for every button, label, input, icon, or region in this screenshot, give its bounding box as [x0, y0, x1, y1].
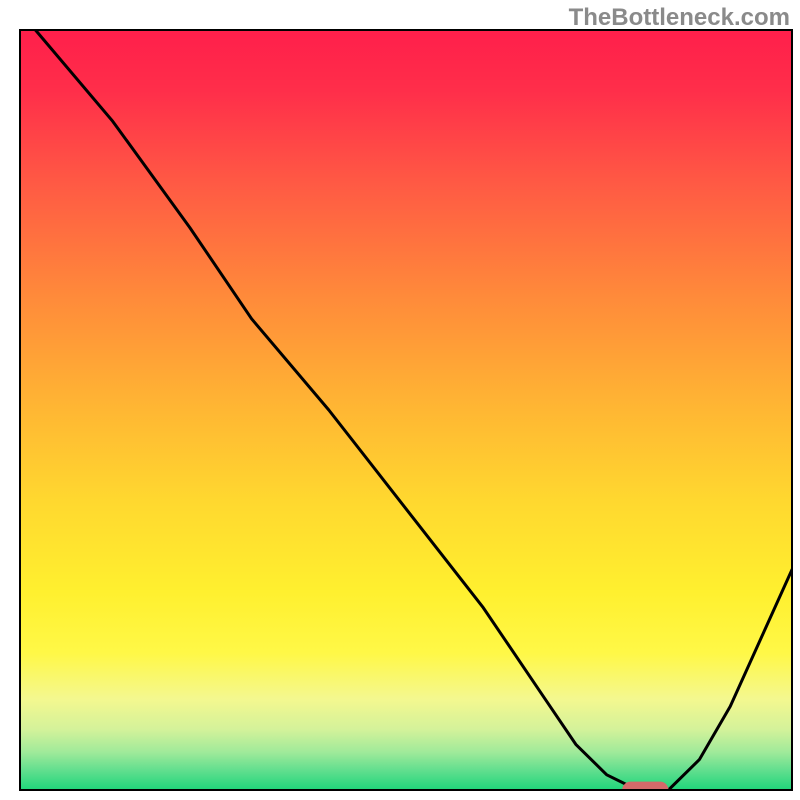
chart-svg: [0, 0, 800, 800]
bottleneck-chart: TheBottleneck.com: [0, 0, 800, 800]
watermark-text: TheBottleneck.com: [569, 4, 790, 32]
gradient-background: [20, 30, 792, 790]
